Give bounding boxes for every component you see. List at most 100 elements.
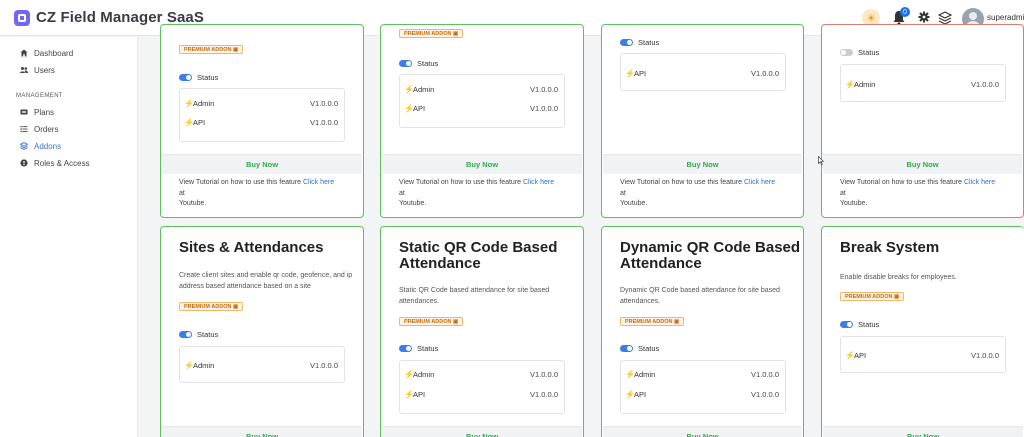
sidebar-item-roles-access[interactable]: Roles & Access xyxy=(20,157,90,169)
addon-title: Break System xyxy=(840,239,940,256)
status-label: Status xyxy=(417,58,439,68)
status-toggle[interactable] xyxy=(179,73,192,81)
version-list: ⚡ Admin V1.0.0.0 ⚡ API V1.0.0.0 xyxy=(620,360,786,414)
status-row: Status xyxy=(399,58,438,68)
buy-now-button[interactable]: Buy Now xyxy=(603,426,802,437)
addon-card: Sites & Attendances Create client sites … xyxy=(160,226,364,437)
addon-card: Break System Enable disable breaks for e… xyxy=(821,226,1024,437)
status-label: Status xyxy=(417,343,439,353)
premium-addon-badge: PREMIUM ADDON ▣ xyxy=(179,302,244,311)
status-label: Status xyxy=(858,47,880,57)
layers-icon[interactable] xyxy=(938,11,952,25)
buy-now-button[interactable]: Buy Now xyxy=(823,426,1023,437)
premium-addon-badge: PREMIUM ADDON ▣ xyxy=(399,29,464,38)
version-row: ⚡ Admin V1.0.0.0 xyxy=(845,79,999,89)
status-toggle[interactable] xyxy=(840,48,853,56)
buy-now-button[interactable]: Buy Now xyxy=(603,154,802,174)
premium-addon-badge: PREMIUM ADDON ▣ xyxy=(399,317,464,326)
buy-now-button[interactable]: Buy Now xyxy=(823,154,1022,174)
sidebar-item-addons[interactable]: Addons xyxy=(20,140,61,152)
premium-addon-badge: PREMIUM ADDON ▣ xyxy=(840,292,905,301)
users-icon xyxy=(20,67,28,73)
version-row: ⚡ API V1.0.0.0 xyxy=(404,389,558,399)
version-row: ⚡ API V1.0.0.0 xyxy=(404,103,558,113)
sidebar-item-orders[interactable]: Orders xyxy=(20,123,58,135)
mouse-cursor-icon xyxy=(818,156,824,165)
bolt-icon: ⚡ xyxy=(404,103,414,113)
tutorial-link[interactable]: Click here xyxy=(303,179,334,186)
bolt-icon: ⚡ xyxy=(845,79,855,89)
buy-now-button[interactable]: Buy Now xyxy=(162,154,362,174)
status-label: Status xyxy=(197,72,219,82)
version-row: ⚡ API V1.0.0.0 xyxy=(625,68,779,78)
version-list: ⚡ API V1.0.0.0 xyxy=(840,336,1006,373)
sidebar-item-label: Orders xyxy=(34,124,59,134)
buy-now-button[interactable]: Buy Now xyxy=(382,426,582,437)
status-toggle[interactable] xyxy=(179,330,192,338)
status-toggle[interactable] xyxy=(399,59,412,67)
bolt-icon: ⚡ xyxy=(404,389,414,399)
version-list: ⚡ Admin V1.0.0.0 ⚡ API V1.0.0.0 xyxy=(399,360,565,414)
bolt-icon: ⚡ xyxy=(625,68,635,78)
addon-card: Dynamic QR Code Based Attendance Dynamic… xyxy=(601,226,804,437)
status-row: Status xyxy=(840,319,879,329)
tutorial-text: View Tutorial on how to use this feature… xyxy=(840,179,996,207)
addon-title: Dynamic QR Code Based Attendance xyxy=(620,239,801,272)
buy-now-button[interactable]: Buy Now xyxy=(382,154,582,174)
bolt-icon: ⚡ xyxy=(625,369,635,379)
version-row: ⚡ API V1.0.0.0 xyxy=(184,117,338,127)
addon-title: Sites & Attendances xyxy=(179,239,324,256)
ticket-icon xyxy=(20,109,28,115)
list-icon xyxy=(20,126,28,133)
gear-icon[interactable] xyxy=(918,11,930,23)
home-icon xyxy=(20,49,28,57)
bolt-icon: ⚡ xyxy=(184,117,194,127)
sidebar-item-plans[interactable]: Plans xyxy=(20,106,54,118)
tutorial-link[interactable]: Click here xyxy=(744,179,775,186)
status-label: Status xyxy=(638,37,660,47)
sidebar: Dashboard Users MANAGEMENT Plans Orders … xyxy=(0,37,138,437)
version-row: ⚡ API V1.0.0.0 xyxy=(625,389,779,399)
version-list: ⚡ Admin V1.0.0.0 xyxy=(840,64,1006,102)
version-list: ⚡ Admin V1.0.0.0 ⚡ API V1.0.0.0 xyxy=(179,88,345,142)
sidebar-item-dashboard[interactable]: Dashboard xyxy=(20,47,73,59)
app-logo-icon xyxy=(14,9,30,26)
sidebar-item-label: Dashboard xyxy=(34,48,74,58)
version-row: ⚡ Admin V1.0.0.0 xyxy=(404,369,558,379)
addon-card: Static QR Code Based Attendance Static Q… xyxy=(380,226,584,437)
status-toggle[interactable] xyxy=(840,320,853,328)
sidebar-item-label: Users xyxy=(34,65,55,75)
status-row: Status xyxy=(179,72,218,82)
tutorial-link[interactable]: Click here xyxy=(964,179,995,186)
addon-card: Status ⚡ API V1.0.0.0 Buy Now View Tutoria… xyxy=(601,24,804,218)
status-label: Status xyxy=(638,343,660,353)
addon-title: Static QR Code Based Attendance xyxy=(399,239,558,272)
version-row: ⚡ Admin V1.0.0.0 xyxy=(404,84,558,94)
status-row: Status xyxy=(620,343,659,353)
tutorial-text: View Tutorial on how to use this feature… xyxy=(399,179,555,207)
username[interactable]: superadmin xyxy=(987,13,1024,22)
addon-description: Static QR Code based attendance for site… xyxy=(399,287,550,305)
status-toggle[interactable] xyxy=(620,38,633,46)
buy-now-button[interactable]: Buy Now xyxy=(162,426,362,437)
status-toggle[interactable] xyxy=(399,344,412,352)
sidebar-item-users[interactable]: Users xyxy=(20,64,55,76)
version-list: ⚡ Admin V1.0.0.0 xyxy=(179,346,345,383)
shield-icon xyxy=(20,159,28,167)
layers-icon xyxy=(20,142,28,150)
version-list: ⚡ API V1.0.0.0 xyxy=(620,53,786,91)
status-row: Status xyxy=(840,47,879,57)
version-row: ⚡ Admin V1.0.0.0 xyxy=(184,98,338,108)
bolt-icon: ⚡ xyxy=(404,84,414,94)
premium-addon-badge: PREMIUM ADDON ▣ xyxy=(179,45,244,54)
status-row: Status xyxy=(620,37,659,47)
tutorial-text: View Tutorial on how to use this feature… xyxy=(620,179,776,207)
addon-card: Status ⚡ Admin V1.0.0.0 Buy Now View Tutor… xyxy=(821,24,1024,218)
addon-card: PREMIUM ADDON ▣ Status ⚡ Admin V1.0.0.0 ⚡ A… xyxy=(380,24,584,218)
bolt-icon: ⚡ xyxy=(845,350,855,360)
tutorial-link[interactable]: Click here xyxy=(523,179,554,186)
bolt-icon: ⚡ xyxy=(625,389,635,399)
status-label: Status xyxy=(858,319,880,329)
status-toggle[interactable] xyxy=(620,344,633,352)
bolt-icon: ⚡ xyxy=(184,98,194,108)
